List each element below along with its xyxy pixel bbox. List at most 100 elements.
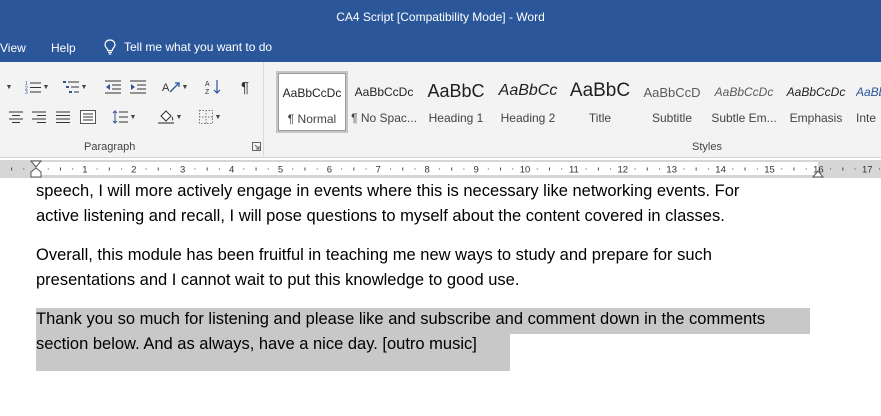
menu-bar: View Help Tell me what you want to do — [0, 36, 881, 62]
style-sample: AaBbC — [427, 81, 485, 101]
chevron-down-icon: ▼ — [42, 83, 50, 91]
shading-button[interactable]: ▼ — [154, 108, 186, 126]
styles-group-label: Styles — [692, 141, 722, 153]
style-name: ¶ No Spac... — [351, 111, 417, 125]
increase-indent-button[interactable] — [128, 78, 148, 96]
title-bar: CA4 Script [Compatibility Mode] - Word — [0, 0, 881, 36]
multilevel-list-icon — [62, 81, 79, 93]
bullets-dropdown[interactable]: ▼ — [2, 78, 14, 96]
horizontal-ruler[interactable]: 1 2 3 4 5 6 7 8 9 10 11 12 13 14 15 16 17 — [0, 160, 881, 178]
text-line: section below. And as always, have a nic… — [36, 335, 477, 353]
styles-gallery: AaBbCcDc ¶ Normal AaBbCcDc ¶ No Spac... … — [270, 68, 881, 133]
style-subtitle[interactable]: AaBbCcD Subtitle — [638, 71, 706, 133]
distributed-button[interactable] — [79, 108, 97, 126]
text-line: Overall, this module has been fruitful i… — [36, 246, 712, 264]
text-direction-icon: A — [162, 82, 180, 94]
ruler-number: 15 — [764, 165, 775, 176]
style-sample: AaBbCcDc — [282, 86, 342, 100]
style-sample: AaBbCc — [498, 82, 558, 99]
ruler-number: 6 — [327, 165, 332, 176]
ruler-number: 13 — [666, 165, 677, 176]
align-center-button[interactable] — [8, 108, 24, 126]
ruler-number: 11 — [569, 165, 579, 176]
paragraph-1[interactable]: speech, I will more actively engage in e… — [36, 179, 826, 229]
chevron-down-icon: ▼ — [5, 83, 13, 91]
borders-icon — [198, 110, 213, 124]
ruler-number: 2 — [131, 165, 136, 176]
tab-help[interactable]: Help — [51, 41, 76, 55]
style-heading-2[interactable]: AaBbCc Heading 2 — [494, 71, 562, 133]
paragraph-group: ▼ 123 ▼ ▼ A ▼ AZ ¶ ▼ ▼ ▼ Paragraph — [0, 62, 264, 158]
sort-direction-button[interactable]: A ▼ — [160, 78, 190, 96]
ruler-number: 8 — [425, 165, 430, 176]
svg-text:A: A — [205, 81, 210, 88]
style-sample: AaBbCcDc — [354, 85, 414, 99]
increase-indent-icon — [130, 80, 146, 94]
dialog-launcher-icon[interactable] — [252, 142, 261, 151]
paragraph-2[interactable]: Overall, this module has been fruitful i… — [36, 243, 826, 293]
style-normal[interactable]: AaBbCcDc ¶ Normal — [276, 71, 348, 133]
window-title: CA4 Script [Compatibility Mode] - Word — [336, 10, 545, 24]
style-name: ¶ Normal — [287, 112, 337, 126]
style-title[interactable]: AaBbC Title — [566, 71, 634, 133]
distributed-icon — [80, 110, 96, 124]
ruler-number: 3 — [180, 165, 185, 176]
align-right-icon — [32, 111, 46, 123]
ruler-number: 9 — [473, 165, 478, 176]
style-no-spacing[interactable]: AaBbCcDc ¶ No Spac... — [350, 71, 418, 133]
ruler-scale: 1 2 3 4 5 6 7 8 9 10 11 12 13 14 15 16 17 — [11, 160, 881, 178]
style-name: Inte — [856, 111, 877, 125]
style-name: Title — [588, 111, 612, 125]
tab-view[interactable]: View — [0, 41, 26, 55]
decrease-indent-icon — [105, 80, 121, 94]
numbering-button[interactable]: 123 ▼ — [22, 78, 52, 96]
line-spacing-icon — [112, 110, 128, 124]
style-emphasis[interactable]: AaBbCcDc Emphasis — [782, 71, 850, 133]
first-line-indent-marker[interactable] — [29, 160, 43, 168]
multilevel-list-button[interactable]: ▼ — [60, 78, 90, 96]
style-heading-1[interactable]: AaBbC Heading 1 — [422, 71, 490, 133]
ruler-number: 5 — [278, 165, 283, 176]
ruler-number: 7 — [376, 165, 381, 176]
justify-icon — [56, 111, 70, 123]
ruler-number: 12 — [618, 165, 629, 176]
decrease-indent-button[interactable] — [103, 78, 123, 96]
style-name: Heading 1 — [428, 111, 484, 125]
chevron-down-icon: ▼ — [181, 83, 189, 91]
line-spacing-button[interactable]: ▼ — [108, 108, 140, 126]
style-name: Emphasis — [789, 111, 843, 125]
paragraph-group-label: Paragraph — [84, 141, 136, 153]
style-sample: AaBbCcDc — [714, 85, 774, 99]
chevron-down-icon: ▼ — [175, 113, 183, 121]
style-name: Subtle Em... — [711, 111, 777, 125]
style-name: Heading 2 — [500, 111, 556, 125]
svg-text:Z: Z — [205, 89, 210, 95]
style-name: Subtitle — [651, 111, 693, 125]
chevron-down-icon: ▼ — [129, 113, 137, 121]
text-line: Thank you so much for listening and plea… — [36, 310, 766, 328]
document-page[interactable]: speech, I will more actively engage in e… — [0, 178, 881, 416]
numbering-icon: 123 — [25, 81, 41, 94]
paragraph-3-selected[interactable]: Thank you so much for listening and plea… — [36, 307, 826, 357]
svg-text:A: A — [162, 82, 170, 94]
style-subtle-emphasis[interactable]: AaBbCcDc Subtle Em... — [710, 71, 778, 133]
tell-me-search[interactable]: Tell me what you want to do — [104, 39, 272, 55]
style-sample: AaBbCcDc — [786, 85, 846, 99]
ruler-number: 4 — [229, 165, 234, 176]
left-indent-marker[interactable] — [30, 167, 42, 178]
style-sample: AaBbC — [569, 80, 631, 101]
text-line: presentations and I cannot wait to put t… — [36, 271, 520, 289]
style-sample: AaBbCcD — [643, 85, 701, 100]
align-right-button[interactable] — [31, 108, 47, 126]
sort-button[interactable]: AZ — [203, 78, 225, 96]
tell-me-label: Tell me what you want to do — [124, 40, 273, 54]
lightbulb-icon — [104, 39, 116, 55]
show-formatting-button[interactable]: ¶ — [236, 78, 254, 96]
paint-bucket-icon — [157, 110, 174, 124]
ruler-number: 14 — [715, 165, 726, 176]
justify-button[interactable] — [55, 108, 71, 126]
style-intense-emphasis[interactable]: AaBb Inte — [854, 71, 881, 133]
sort-az-icon: AZ — [205, 80, 221, 95]
ruler-number: 17 — [862, 165, 873, 176]
borders-button[interactable]: ▼ — [194, 108, 226, 126]
